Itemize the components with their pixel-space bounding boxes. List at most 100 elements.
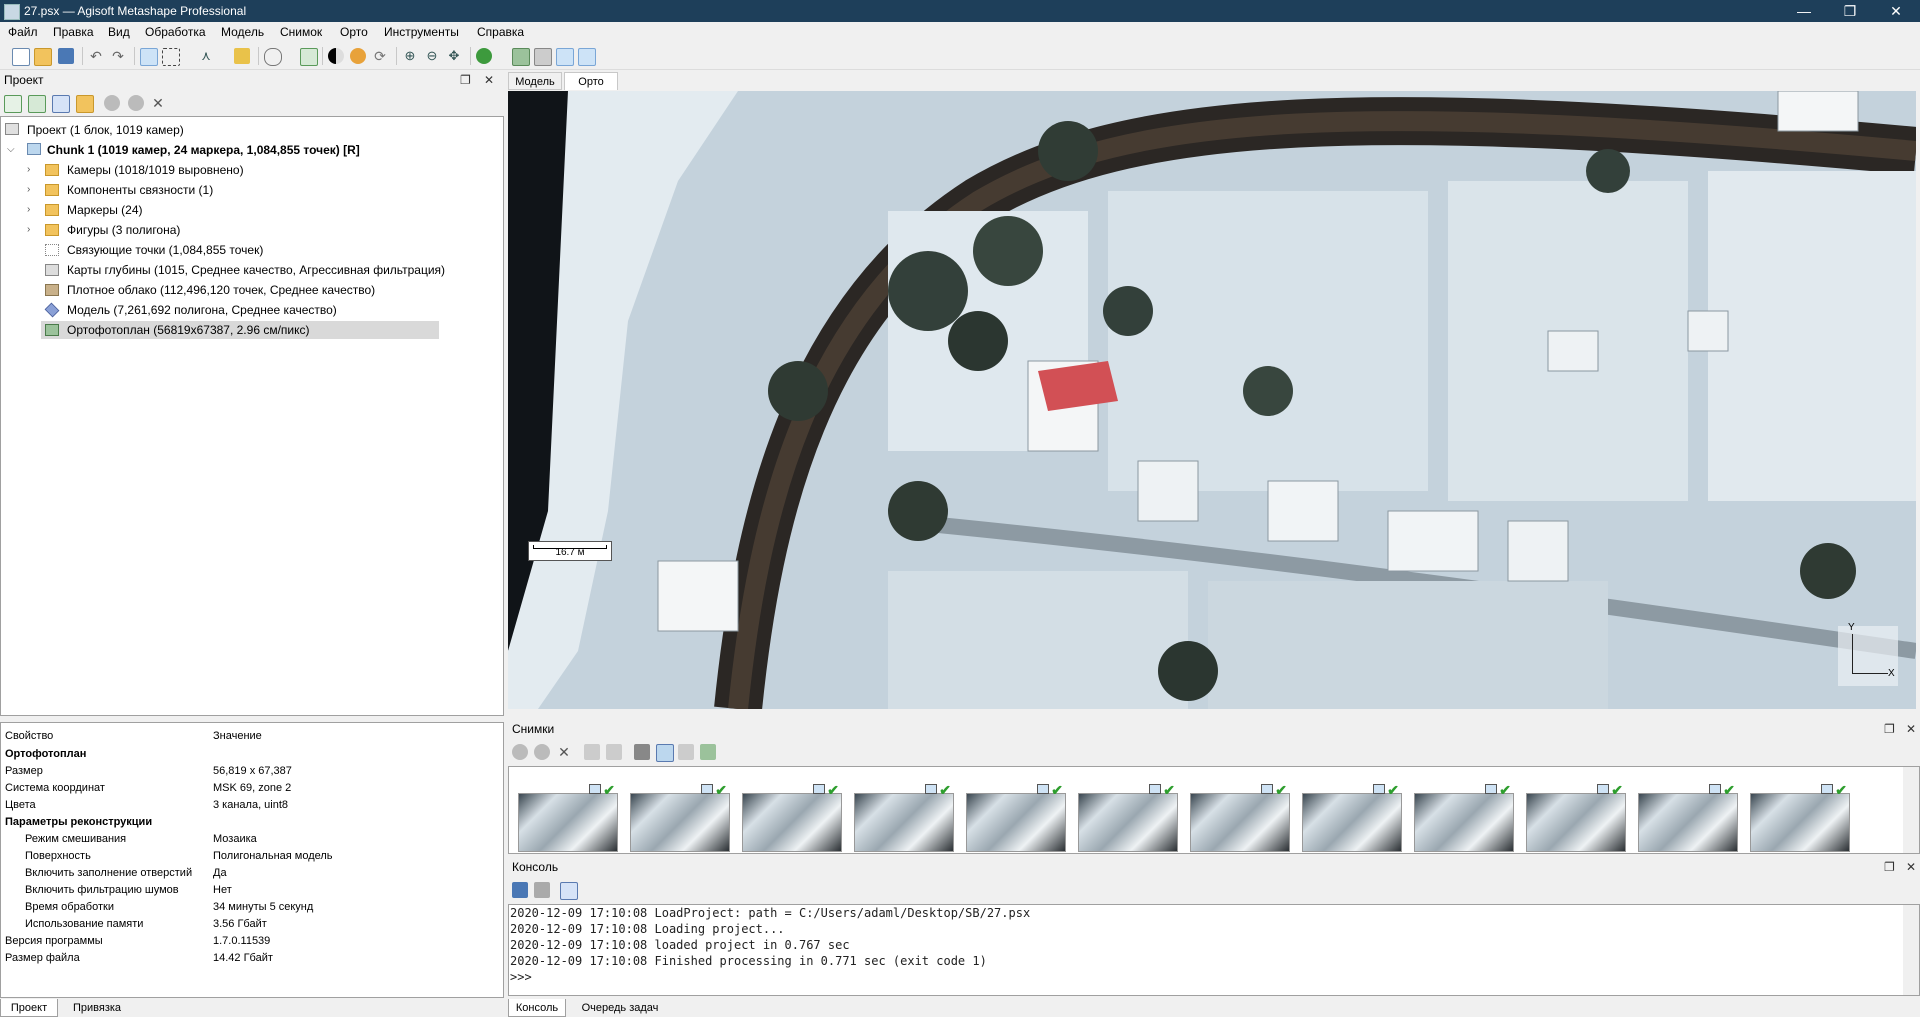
menu-workflow[interactable]: Обработка xyxy=(145,25,206,39)
photos-scrollbar[interactable] xyxy=(1903,767,1919,853)
tab-model[interactable]: Модель xyxy=(508,72,562,90)
close-panel-icon[interactable]: ✕ xyxy=(1906,860,1916,874)
photo-thumbnail[interactable]: ✔ xyxy=(1302,782,1402,852)
disable-icon[interactable] xyxy=(534,744,550,760)
ruler-icon[interactable] xyxy=(234,48,250,64)
float-panel-icon[interactable]: ❐ xyxy=(1884,722,1895,736)
binoculars-icon[interactable] xyxy=(634,744,650,760)
zoom-out-icon[interactable]: ⊖ xyxy=(424,48,440,64)
chevron-right-icon[interactable]: › xyxy=(27,224,30,235)
menu-photo[interactable]: Снимок xyxy=(280,25,322,39)
menu-help[interactable]: Справка xyxy=(477,25,524,39)
tab-console[interactable]: Консоль xyxy=(508,999,566,1017)
clear-log-icon[interactable] xyxy=(534,882,550,898)
rotate-right-icon[interactable] xyxy=(606,744,622,760)
close-panel-icon[interactable]: ✕ xyxy=(484,73,494,87)
tree-item-label: Ортофотоплан (56819x67387, 2.96 см/пикс) xyxy=(67,323,310,337)
menu-tools[interactable]: Инструменты xyxy=(384,25,459,39)
close-panel-icon[interactable]: ✕ xyxy=(1906,722,1916,736)
check-icon: ✔ xyxy=(1387,782,1399,798)
tree-item-orthomosaic[interactable]: Ортофотоплан (56819x67387, 2.96 см/пикс) xyxy=(41,321,439,339)
property-row: Цвета 3 канала, uint8 xyxy=(1,797,409,814)
menu-ortho[interactable]: Орто xyxy=(340,25,368,39)
photo-thumbnail[interactable]: ✔ xyxy=(630,782,730,852)
add-photos-icon[interactable] xyxy=(28,95,46,113)
property-key: Включить фильтрацию шумов xyxy=(25,884,179,896)
filter-icon[interactable] xyxy=(656,744,674,762)
float-panel-icon[interactable]: ❐ xyxy=(1884,860,1895,874)
chevron-down-icon[interactable]: ⌵ xyxy=(7,144,15,155)
shapes-icon[interactable] xyxy=(578,48,596,66)
ortho-viewport[interactable]: 16.7 м Y X xyxy=(508,91,1916,709)
photo-thumbnail[interactable]: ✔ xyxy=(966,782,1066,852)
check-icon: ✔ xyxy=(1051,782,1063,798)
chevron-right-icon[interactable]: › xyxy=(27,204,30,215)
property-key: Поверхность xyxy=(25,850,91,862)
run-script-icon[interactable] xyxy=(560,882,578,900)
tab-reference[interactable]: Привязка xyxy=(62,999,132,1017)
tab-project[interactable]: Проект xyxy=(0,999,58,1017)
rectangle-selection-icon[interactable] xyxy=(162,48,180,66)
remove-icon[interactable]: ✕ xyxy=(556,744,572,760)
photo-thumbnail[interactable]: ✔ xyxy=(854,782,954,852)
navigation-cursor-icon[interactable] xyxy=(140,48,158,66)
zoom-in-icon[interactable]: ⊕ xyxy=(402,48,418,64)
photo-thumbnail[interactable]: ✔ xyxy=(1638,782,1738,852)
photo-thumbnail[interactable]: ✔ xyxy=(1078,782,1178,852)
view-mode-icon[interactable] xyxy=(700,744,716,760)
enable-icon[interactable] xyxy=(512,744,528,760)
image-icon[interactable] xyxy=(512,48,530,66)
camera-icon[interactable] xyxy=(534,48,552,66)
property-row: Включить заполнение отверстий Да xyxy=(1,865,409,882)
float-panel-icon[interactable]: ❐ xyxy=(460,73,471,87)
camera-icon xyxy=(589,784,601,794)
tab-ortho[interactable]: Орто xyxy=(564,72,618,90)
property-value: 3.56 Гбайт xyxy=(213,918,267,930)
photo-thumbnail[interactable]: ✔ xyxy=(1750,782,1850,852)
menu-model[interactable]: Модель xyxy=(221,25,264,39)
close-window-button[interactable]: ✕ xyxy=(1873,0,1919,22)
markers-flag-icon[interactable] xyxy=(556,48,574,66)
remove-icon[interactable]: ✕ xyxy=(150,95,166,111)
globe-icon[interactable] xyxy=(476,48,492,64)
photo-thumbnail[interactable]: ✔ xyxy=(1190,782,1290,852)
minimize-button[interactable]: — xyxy=(1781,0,1827,22)
rotate-left-icon[interactable] xyxy=(584,744,600,760)
menu-file[interactable]: Файл xyxy=(8,25,38,39)
add-folder-icon[interactable] xyxy=(52,95,70,113)
refresh-icon[interactable]: ⟳ xyxy=(372,48,388,64)
ruler-path-icon[interactable]: ⋏ xyxy=(198,48,214,64)
console-scrollbar[interactable] xyxy=(1903,905,1919,995)
show-ortho-icon[interactable] xyxy=(300,48,318,66)
chevron-right-icon[interactable]: › xyxy=(27,164,30,175)
photo-thumbnail[interactable]: ✔ xyxy=(518,782,618,852)
camera-icon xyxy=(1821,784,1833,794)
undo-icon[interactable]: ↶ xyxy=(88,48,104,64)
seamline-icon[interactable] xyxy=(350,48,366,64)
chevron-right-icon[interactable]: › xyxy=(27,184,30,195)
photo-thumbnail[interactable]: ✔ xyxy=(1414,782,1514,852)
tree-item-label: Карты глубины (1015, Среднее качество, А… xyxy=(67,263,446,277)
contrast-icon[interactable] xyxy=(328,48,344,64)
property-row: Поверхность Полигональная модель xyxy=(1,848,409,865)
menu-view[interactable]: Вид xyxy=(108,25,130,39)
details-icon[interactable] xyxy=(678,744,694,760)
redo-icon[interactable]: ↷ xyxy=(110,48,126,64)
new-file-icon[interactable] xyxy=(12,48,30,66)
move-icon[interactable]: ✥ xyxy=(446,48,462,64)
maximize-button[interactable]: ❐ xyxy=(1827,0,1873,22)
add-chunk-icon[interactable] xyxy=(4,95,22,113)
tab-task-queue[interactable]: Очередь задач xyxy=(570,999,670,1017)
disable-icon[interactable] xyxy=(128,95,144,111)
console-prompt[interactable]: >>> xyxy=(510,970,532,986)
photo-thumbnail[interactable]: ✔ xyxy=(1526,782,1626,852)
save-log-icon[interactable] xyxy=(512,882,528,898)
menu-edit[interactable]: Правка xyxy=(53,25,94,39)
save-icon[interactable] xyxy=(58,48,74,64)
merge-chunks-icon[interactable] xyxy=(76,95,94,113)
enable-icon[interactable] xyxy=(104,95,120,111)
draw-shape-icon[interactable] xyxy=(264,48,282,66)
open-folder-icon[interactable] xyxy=(34,48,52,66)
chunk-icon xyxy=(27,143,41,155)
photo-thumbnail[interactable]: ✔ xyxy=(742,782,842,852)
